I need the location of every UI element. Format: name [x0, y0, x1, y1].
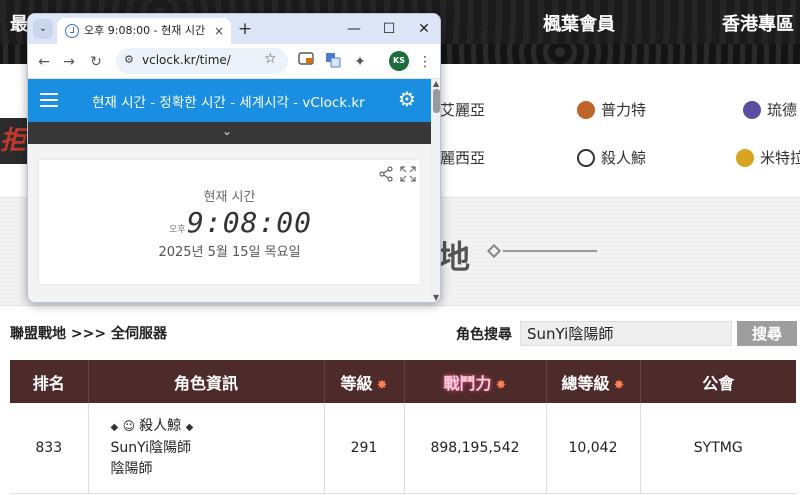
extensions-puzzle-icon[interactable]: ✦ — [350, 52, 370, 72]
translate-icon[interactable] — [323, 52, 343, 72]
clock-card: 현재 시간 오후 9:08:00 2025년 5월 15일 목요일 — [39, 160, 420, 284]
col-level-header: 等級 ✸ — [324, 360, 405, 403]
browser-toolbar: ← → ↻ ⚙ vclock.kr/time/ ☆ ✦ KS ⋮ — [28, 44, 440, 79]
table-row[interactable]: 833 ◆ ☺ 殺人鯨 ◆ SunYi陰陽師 陰陽師 291 898,195,54… — [10, 403, 796, 494]
ampm-label: 오후 — [169, 225, 186, 235]
job-name: 艾麗亞 — [440, 101, 486, 119]
bookmark-star-icon[interactable]: ☆ — [264, 51, 277, 67]
nav-item-hk[interactable]: 香港專區 — [722, 10, 794, 36]
job-name: 普力特 — [601, 101, 647, 119]
clock-date: 2025년 5월 15일 목요일 — [158, 245, 301, 260]
fan-icon — [743, 100, 761, 119]
share-icon[interactable] — [378, 166, 394, 182]
character-info-cell: ◆ ☺ 殺人鯨 ◆ SunYi陰陽師 陰陽師 — [88, 403, 325, 494]
url-text: vclock.kr/time/ — [142, 53, 231, 67]
job-link[interactable]: 普力特 — [577, 99, 646, 120]
search-label: 角色搜尋 — [456, 327, 512, 343]
vclock-header: 현재 시간 - 정확한 시간 - 세계시각 - vClock.kr ⚙ — [28, 79, 431, 122]
level-cell: 291 — [324, 403, 405, 494]
col-total-level-header: 總等級 ✸ — [546, 360, 641, 403]
sun-icon — [736, 148, 754, 167]
col-info-header: 角色資訊 — [88, 360, 325, 403]
vclock-favicon-icon — [65, 24, 79, 38]
search-button[interactable]: 搜尋 — [737, 321, 797, 346]
col-power-header: 戰鬥力 ✸ — [404, 360, 547, 403]
orca-icon: ☺ — [122, 418, 136, 433]
tab-strip: ⌄ 오후 9:08:00 - 현재 시간 × + — ☐ ✕ — [28, 14, 440, 44]
site-info-icon[interactable]: ⚙ — [124, 53, 134, 66]
chevron-down-icon: ⌄ — [222, 124, 233, 138]
screen: { "site": { "nav": { "item1": "最", "item… — [0, 0, 800, 495]
maple-leaf-icon: ✸ — [613, 377, 625, 393]
job-link[interactable]: 殺人鯨 — [577, 147, 646, 168]
guitar-icon — [577, 100, 595, 119]
vclock-expand-bar[interactable]: ⌄ — [28, 122, 431, 144]
nav-item-member[interactable]: 楓葉會員 — [543, 10, 615, 36]
hero-ornament — [486, 243, 597, 259]
address-bar[interactable]: ⚙ vclock.kr/time/ ☆ — [116, 48, 288, 74]
hero-title: 地 — [438, 238, 473, 276]
ranking-table: 排名 角色資訊 等級 ✸ 戰鬥力 ✸ 總等級 ✸ 公會 833 ◆ ☺ 殺人鯨 ◆ Su… — [10, 360, 796, 494]
left-banner: 拒 — [0, 118, 30, 164]
world-badge: ☺ 殺人鯨 — [123, 416, 182, 437]
tab-close-icon[interactable]: × — [214, 18, 224, 44]
profile-avatar[interactable]: KS — [389, 51, 409, 71]
minimize-button[interactable]: — — [341, 17, 367, 41]
back-arrow-icon[interactable]: ← — [34, 52, 54, 72]
job-name: 米特拉 — [760, 149, 800, 167]
hamburger-menu-icon[interactable] — [40, 93, 58, 107]
clock-time: 9:08:00 — [187, 206, 313, 239]
job-name: 琉德 — [767, 101, 798, 119]
character-search-input[interactable]: SunYi陰陽師 — [520, 321, 732, 346]
nav-item-first[interactable]: 最 — [10, 10, 28, 36]
character-job: 陰陽師 — [110, 460, 153, 477]
maple-leaf-icon: ✸ — [495, 377, 507, 393]
power-cell: 898,195,542 — [404, 403, 547, 494]
reload-icon[interactable]: ↻ — [86, 52, 106, 72]
new-tab-button[interactable]: + — [235, 19, 255, 39]
maple-leaf-icon: ✸ — [376, 377, 388, 393]
forward-arrow-icon[interactable]: → — [59, 52, 79, 72]
maximize-button[interactable]: ☐ — [376, 17, 402, 41]
close-window-button[interactable]: ✕ — [411, 17, 437, 41]
col-rank-header: 排名 — [10, 360, 89, 403]
page-viewport: 현재 시간 - 정확한 시간 - 세계시각 - vClock.kr ⚙ ⌄ 현재… — [28, 79, 440, 302]
browser-window: ⌄ 오후 9:08:00 - 현재 시간 × + — ☐ ✕ ← → ↻ ⚙ v… — [27, 13, 441, 303]
rank-cell: 833 — [10, 403, 89, 494]
vclock-title: 현재 시간 - 정확한 시간 - 세계시각 - vClock.kr — [92, 95, 365, 111]
more-menu-icon[interactable]: ⋮ — [415, 52, 435, 72]
scroll-down-icon[interactable]: ▼ — [433, 293, 439, 302]
browser-tab[interactable]: 오후 9:08:00 - 현재 시간 × — [57, 18, 231, 44]
cast-icon[interactable] — [296, 52, 316, 72]
tab-title: 오후 9:08:00 - 현재 시간 — [84, 24, 206, 37]
guild-cell: SYTMG — [640, 403, 796, 494]
character-name[interactable]: SunYi陰陽師 — [111, 438, 324, 459]
fullscreen-icon[interactable] — [400, 166, 416, 182]
job-name: 殺人鯨 — [601, 149, 647, 167]
total-level-cell: 10,042 — [546, 403, 641, 494]
vertical-scrollbar[interactable]: ▲ ▼ — [431, 79, 440, 302]
job-link[interactable]: 琉德 — [743, 99, 797, 120]
job-link[interactable]: 麗西亞 — [440, 147, 485, 168]
gear-icon[interactable]: ⚙ — [398, 88, 416, 110]
table-header-row: 排名 角色資訊 等級 ✸ 戰鬥力 ✸ 總等級 ✸ 公會 — [10, 360, 796, 403]
breadcrumb: 聯盟戰地 >>> 全伺服器 — [10, 326, 167, 342]
scroll-up-icon[interactable]: ▲ — [433, 79, 439, 88]
col-guild-header: 公會 — [640, 360, 796, 403]
scrollbar-thumb[interactable] — [433, 89, 440, 113]
current-time-label: 현재 시간 — [203, 190, 256, 205]
job-name: 麗西亞 — [440, 149, 486, 167]
job-link[interactable]: 艾麗亞 — [440, 99, 485, 120]
orca-icon — [577, 148, 595, 167]
tab-search-button[interactable]: ⌄ — [33, 19, 53, 39]
job-link[interactable]: 米特拉 — [736, 147, 800, 168]
